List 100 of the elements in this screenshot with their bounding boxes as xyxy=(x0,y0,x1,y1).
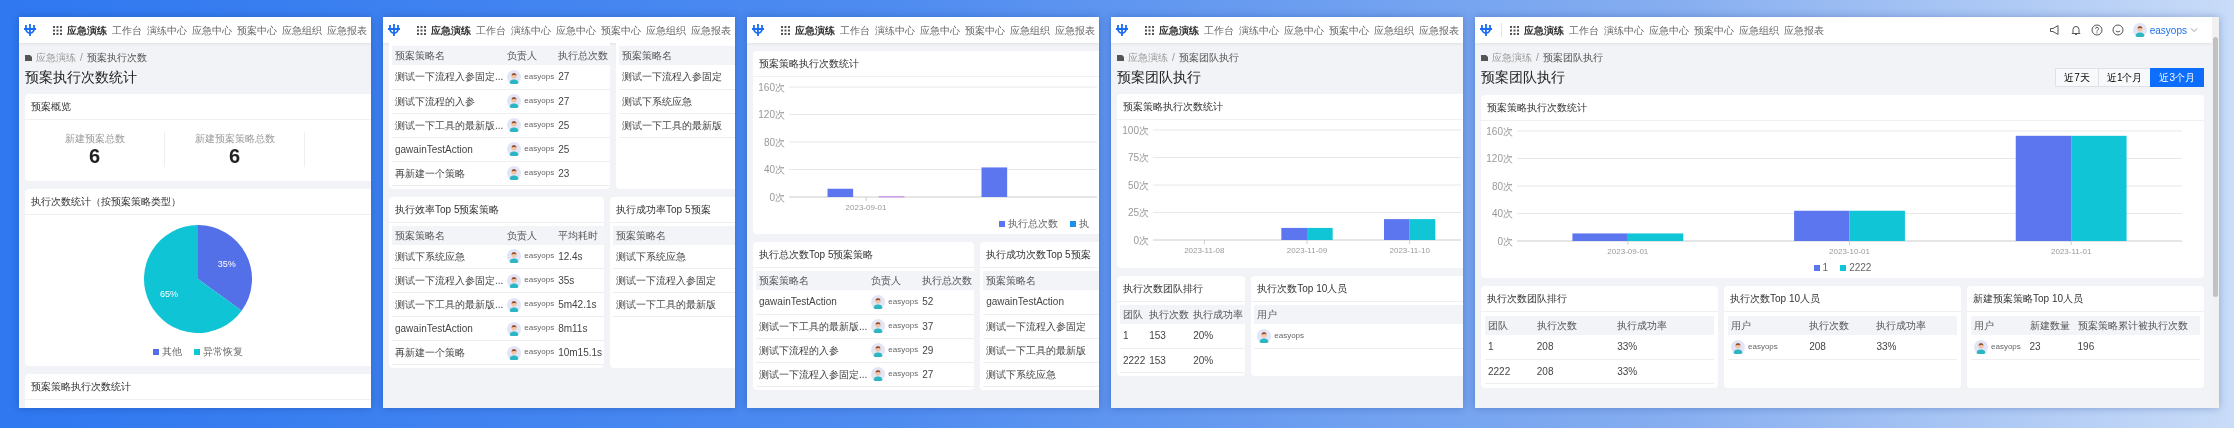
avatar-icon xyxy=(507,321,522,336)
tick-label: 2023-09-01 xyxy=(1607,247,1649,256)
logo-icon[interactable] xyxy=(23,24,37,36)
avatar-icon[interactable] xyxy=(2132,23,2147,37)
legend-label: 执 xyxy=(1079,217,1089,230)
range-button[interactable]: 近3个月 xyxy=(2150,68,2204,87)
scrollbar-thumb[interactable] xyxy=(2213,37,2218,297)
nav-link[interactable]: 应急组织 xyxy=(282,23,322,37)
card-title: 执行次数Top 10人员 xyxy=(1251,276,1463,303)
tick-label: 2023-11-01 xyxy=(2051,247,2092,256)
megaphone-icon[interactable] xyxy=(2048,24,2061,36)
nav-link[interactable]: 工作台 xyxy=(1569,23,1599,37)
tick-label: 0次 xyxy=(1497,235,1513,247)
nav-link[interactable]: 应急报表 xyxy=(327,23,367,37)
table-cell: 测试一下流程入参固定... xyxy=(392,268,506,293)
nav-link[interactable]: 应急中心 xyxy=(556,23,596,37)
column-header: 负责人 xyxy=(505,46,557,65)
nav-link[interactable]: 应急组织 xyxy=(1010,23,1050,37)
apps-icon[interactable] xyxy=(53,25,62,35)
apps-icon[interactable] xyxy=(1145,25,1154,35)
nav-link[interactable]: 预案中心 xyxy=(601,23,641,37)
range-button[interactable]: 近1个月 xyxy=(2097,68,2152,87)
bell-icon[interactable] xyxy=(2069,24,2082,36)
nav-link[interactable]: 演练中心 xyxy=(147,23,187,37)
column-header: 执行次数 xyxy=(1807,316,1875,335)
tick-label: 75次 xyxy=(1127,152,1149,164)
smile-icon[interactable] xyxy=(2111,24,2124,36)
app-name[interactable]: 应急演练 xyxy=(1159,23,1199,37)
nav-link[interactable]: 演练中心 xyxy=(511,23,551,37)
column-header: 预案策略名 xyxy=(392,46,506,65)
help-icon[interactable] xyxy=(2090,24,2103,36)
column-header: 执行次数 xyxy=(1534,316,1616,335)
nav-link[interactable]: 演练中心 xyxy=(1604,23,1644,37)
logo-icon[interactable] xyxy=(1115,24,1129,36)
scrollbar[interactable] xyxy=(2212,17,2219,408)
slice-label: 35% xyxy=(217,259,236,270)
logo-icon[interactable] xyxy=(751,24,765,36)
nav-link[interactable]: 应急报表 xyxy=(1419,23,1459,37)
user-name: easyops xyxy=(524,167,555,179)
stat-label: 新建预案总数 xyxy=(64,132,125,146)
card-title: 预案策略执行次数统计 xyxy=(753,51,1099,77)
column-header: 预案策略名 xyxy=(983,271,1099,290)
table-cell: 23 xyxy=(556,161,611,185)
app-name[interactable]: 应急演练 xyxy=(67,23,107,37)
apps-icon[interactable] xyxy=(1510,25,1519,35)
nav-link[interactable]: 工作台 xyxy=(476,23,506,37)
tick-label: 100次 xyxy=(1122,124,1149,136)
table-cell: 52 xyxy=(920,290,975,314)
app-name[interactable]: 应急演练 xyxy=(1524,23,1564,37)
tick-label: 0次 xyxy=(769,191,785,203)
nav-link[interactable]: 工作台 xyxy=(112,23,142,37)
nav-link[interactable]: 预案中心 xyxy=(965,23,1005,37)
app-name[interactable]: 应急演练 xyxy=(795,23,835,37)
nav-link[interactable]: 演练中心 xyxy=(875,23,915,37)
table-cell: 测试下流程的入参 xyxy=(756,338,870,362)
nav-link[interactable]: 应急中心 xyxy=(920,23,960,37)
tick-label: 2023-09-01 xyxy=(845,203,887,212)
table-cell: 33% xyxy=(1874,335,1957,359)
nav-link[interactable]: 应急组织 xyxy=(646,23,686,37)
nav-link[interactable]: 工作台 xyxy=(840,23,870,37)
logo-icon[interactable] xyxy=(387,24,401,36)
bar xyxy=(1307,228,1333,241)
app-name[interactable]: 应急演练 xyxy=(431,23,471,37)
nav-link[interactable]: 应急报表 xyxy=(1784,23,1824,37)
breadcrumb-current: 预案执行次数 xyxy=(86,51,147,64)
breadcrumb-current: 预案团队执行 xyxy=(1542,51,1603,64)
table-cell: 再新建一个策略 xyxy=(392,340,506,365)
nav-link[interactable]: 应急中心 xyxy=(1284,23,1324,37)
apps-icon[interactable] xyxy=(417,25,426,35)
user-name: easyops xyxy=(1274,330,1305,342)
table-cell: 2222 xyxy=(1485,359,1535,383)
nav-link[interactable]: 应急组织 xyxy=(1739,23,1779,37)
user-name: easyops xyxy=(524,299,555,310)
card-title: 执行效率Top 5预案策略 xyxy=(389,196,605,223)
nav-link[interactable]: 预案中心 xyxy=(1694,23,1734,37)
table-cell: 测试下系统应急 xyxy=(619,89,735,113)
table-cell: 测试一下工具的最新版... xyxy=(392,292,506,317)
logo-icon[interactable] xyxy=(1479,24,1493,36)
avatar-icon xyxy=(507,345,522,360)
nav-link[interactable]: 预案中心 xyxy=(1329,23,1369,37)
column-header: 用户 xyxy=(1728,316,1808,335)
nav-link[interactable]: 应急报表 xyxy=(1055,23,1095,37)
nav-link[interactable]: 应急中心 xyxy=(1649,23,1689,37)
user-name: easyops xyxy=(888,368,919,380)
range-button[interactable]: 近7天 xyxy=(2055,68,2099,87)
column-header: 预案策略名 xyxy=(392,225,506,245)
apps-icon[interactable] xyxy=(781,25,790,35)
column-header: 团队 xyxy=(1120,305,1148,325)
nav-link[interactable]: 应急组织 xyxy=(1374,23,1414,37)
user-name[interactable]: easyops xyxy=(2149,23,2187,37)
nav-link[interactable]: 演练中心 xyxy=(1239,23,1279,37)
user-name: easyops xyxy=(524,95,555,107)
nav-link[interactable]: 应急中心 xyxy=(192,23,232,37)
nav-link[interactable]: 预案中心 xyxy=(237,23,277,37)
nav-link[interactable]: 应急报表 xyxy=(691,23,731,37)
table-cell: 208 xyxy=(1534,335,1616,359)
nav-link[interactable]: 工作台 xyxy=(1204,23,1234,37)
legend-swatch xyxy=(194,348,200,355)
avatar-icon xyxy=(1974,339,1988,354)
table-cell: 测试一下流程入参固定 xyxy=(619,65,735,89)
